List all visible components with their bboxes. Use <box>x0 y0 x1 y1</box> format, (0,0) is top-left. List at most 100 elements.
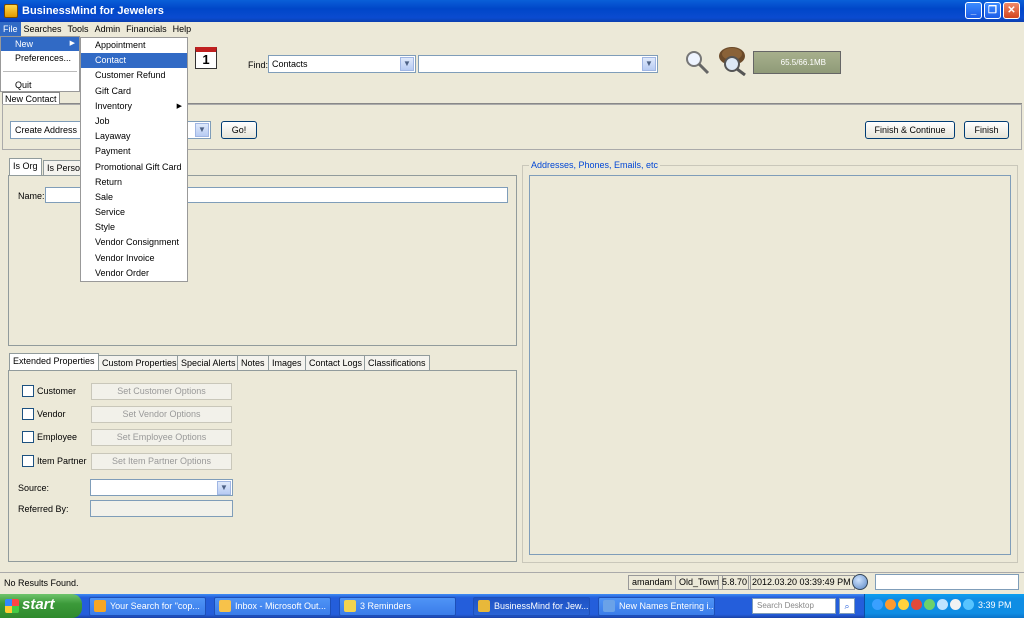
name-label: Name: <box>18 191 45 201</box>
tab-custom-properties[interactable]: Custom Properties <box>98 355 181 371</box>
tray-icon[interactable] <box>924 599 935 610</box>
new-menu-sale[interactable]: Sale <box>81 190 187 205</box>
chevron-right-icon: ▶ <box>69 40 75 47</box>
vendor-label: Vendor <box>37 409 66 419</box>
menu-financials[interactable]: Financials <box>123 22 170 36</box>
chevron-down-icon[interactable]: ▼ <box>642 57 656 71</box>
tray-icon[interactable] <box>885 599 896 610</box>
new-menu-style[interactable]: Style <box>81 220 187 235</box>
calendar-icon[interactable]: 1 <box>195 47 217 69</box>
customer-checkbox[interactable] <box>22 385 34 397</box>
new-menu-customer-refund[interactable]: Customer Refund <box>81 68 187 83</box>
finish-continue-button[interactable]: Finish & Continue <box>865 121 955 139</box>
vendor-checkbox[interactable] <box>22 408 34 420</box>
menu-help[interactable]: Help <box>170 22 195 36</box>
new-menu-payment[interactable]: Payment <box>81 144 187 159</box>
globe-icon[interactable] <box>852 574 868 590</box>
set-vendor-options-button[interactable]: Set Vendor Options <box>91 406 232 423</box>
employee-label: Employee <box>37 432 78 442</box>
set-customer-options-button[interactable]: Set Customer Options <box>91 383 232 400</box>
menu-searches[interactable]: Searches <box>21 22 65 36</box>
bell-icon <box>344 600 356 612</box>
tray-icon[interactable] <box>963 599 974 610</box>
new-menu-service[interactable]: Service <box>81 205 187 220</box>
restore-button[interactable]: ❐ <box>984 2 1001 19</box>
set-employee-options-button[interactable]: Set Employee Options <box>91 429 232 446</box>
referred-by-input[interactable] <box>90 500 233 517</box>
menu-separator <box>3 71 77 72</box>
menu-file[interactable]: File <box>0 22 21 36</box>
taskbar-item-new-names[interactable]: New Names Entering i... <box>598 597 715 616</box>
tab-is-person[interactable]: Is Perso <box>43 160 85 176</box>
tab-is-org[interactable]: Is Org <box>9 158 42 176</box>
file-menu-new[interactable]: New ▶ <box>1 37 79 51</box>
new-menu-layaway[interactable]: Layaway <box>81 129 187 144</box>
go-button[interactable]: Go! <box>221 121 257 139</box>
tab-special-alerts[interactable]: Special Alerts <box>177 355 240 371</box>
employee-checkbox[interactable] <box>22 431 34 443</box>
new-menu-appointment[interactable]: Appointment <box>81 38 187 53</box>
minimize-button[interactable]: _ <box>965 2 982 19</box>
status-input[interactable] <box>875 574 1019 590</box>
new-menu-return[interactable]: Return <box>81 175 187 190</box>
addresses-list[interactable] <box>529 175 1011 555</box>
tray-icon[interactable] <box>872 599 883 610</box>
taskbar-item-reminders[interactable]: 3 Reminders <box>339 597 456 616</box>
taskbar-item-businessmind[interactable]: BusinessMind for Jew... <box>473 597 590 616</box>
menu-bar: File Searches Tools Admin Financials Hel… <box>0 22 1024 36</box>
employee-checkbox-row: Employee <box>22 431 77 443</box>
finish-button[interactable]: Finish <box>964 121 1009 139</box>
tray-icon[interactable] <box>950 599 961 610</box>
chevron-down-icon[interactable]: ▼ <box>400 57 414 71</box>
new-menu-gift-card[interactable]: Gift Card <box>81 84 187 99</box>
status-datetime: 2012.03.20 03:39:49 PM <box>748 575 855 590</box>
new-menu-vendor-order[interactable]: Vendor Order <box>81 266 187 281</box>
find-type-select[interactable]: Contacts ▼ <box>268 55 416 73</box>
file-menu-quit[interactable]: Quit <box>1 78 79 92</box>
app-icon <box>4 4 18 18</box>
new-menu-inventory[interactable]: Inventory ▶ <box>81 99 187 114</box>
search-icon[interactable]: ⌕ <box>839 598 855 614</box>
file-menu-preferences[interactable]: Preferences... <box>1 51 79 65</box>
status-message: No Results Found. <box>4 578 79 588</box>
taskbar-clock: 3:39 PM <box>978 600 1012 610</box>
tab-classifications[interactable]: Classifications <box>364 355 430 371</box>
find-query-input[interactable]: ▼ <box>418 55 658 73</box>
tray-icon[interactable] <box>898 599 909 610</box>
advanced-search-icon[interactable] <box>712 44 750 76</box>
menu-admin[interactable]: Admin <box>92 22 124 36</box>
tab-contact-logs[interactable]: Contact Logs <box>305 355 367 371</box>
tray-icons <box>872 599 974 610</box>
memory-indicator[interactable]: 65.5/66.1MB <box>753 51 841 74</box>
new-menu-vendor-invoice[interactable]: Vendor Invoice <box>81 251 187 266</box>
close-button[interactable]: ✕ <box>1003 2 1020 19</box>
menu-tools[interactable]: Tools <box>65 22 92 36</box>
taskbar-item-search[interactable]: Your Search for "cop... <box>89 597 206 616</box>
search-icon[interactable] <box>683 48 711 76</box>
new-menu-contact[interactable]: Contact <box>81 53 187 69</box>
new-menu-vendor-consignment[interactable]: Vendor Consignment <box>81 235 187 250</box>
tray-icon[interactable] <box>911 599 922 610</box>
taskbar-item-outlook[interactable]: Inbox - Microsoft Out... <box>214 597 331 616</box>
status-version: 5.8.70 <box>718 575 752 590</box>
source-label: Source: <box>18 483 50 493</box>
tray-icon[interactable] <box>937 599 948 610</box>
new-menu-job[interactable]: Job <box>81 114 187 129</box>
tab-new-contact[interactable]: New Contact <box>2 92 60 104</box>
find-type-value: Contacts <box>272 59 308 69</box>
new-menu-promotional-gift-card[interactable]: Promotional Gift Card <box>81 160 187 175</box>
new-submenu: Appointment Contact Customer Refund Gift… <box>80 37 188 282</box>
item-partner-checkbox[interactable] <box>22 455 34 467</box>
new-menu-inventory-label: Inventory <box>95 100 133 111</box>
tab-images[interactable]: Images <box>268 355 306 371</box>
source-select[interactable]: ▼ <box>90 479 233 496</box>
outlook-icon <box>219 600 231 612</box>
search-desktop-input[interactable]: Search Desktop <box>752 598 836 614</box>
tab-notes[interactable]: Notes <box>237 355 269 371</box>
chevron-down-icon[interactable]: ▼ <box>217 481 231 495</box>
taskbar-item-label: Inbox - Microsoft Out... <box>235 601 327 611</box>
set-item-partner-options-button[interactable]: Set Item Partner Options <box>91 453 232 470</box>
chevron-down-icon[interactable]: ▼ <box>195 123 209 137</box>
status-bar <box>0 572 1024 592</box>
tab-extended-properties[interactable]: Extended Properties <box>9 353 99 371</box>
